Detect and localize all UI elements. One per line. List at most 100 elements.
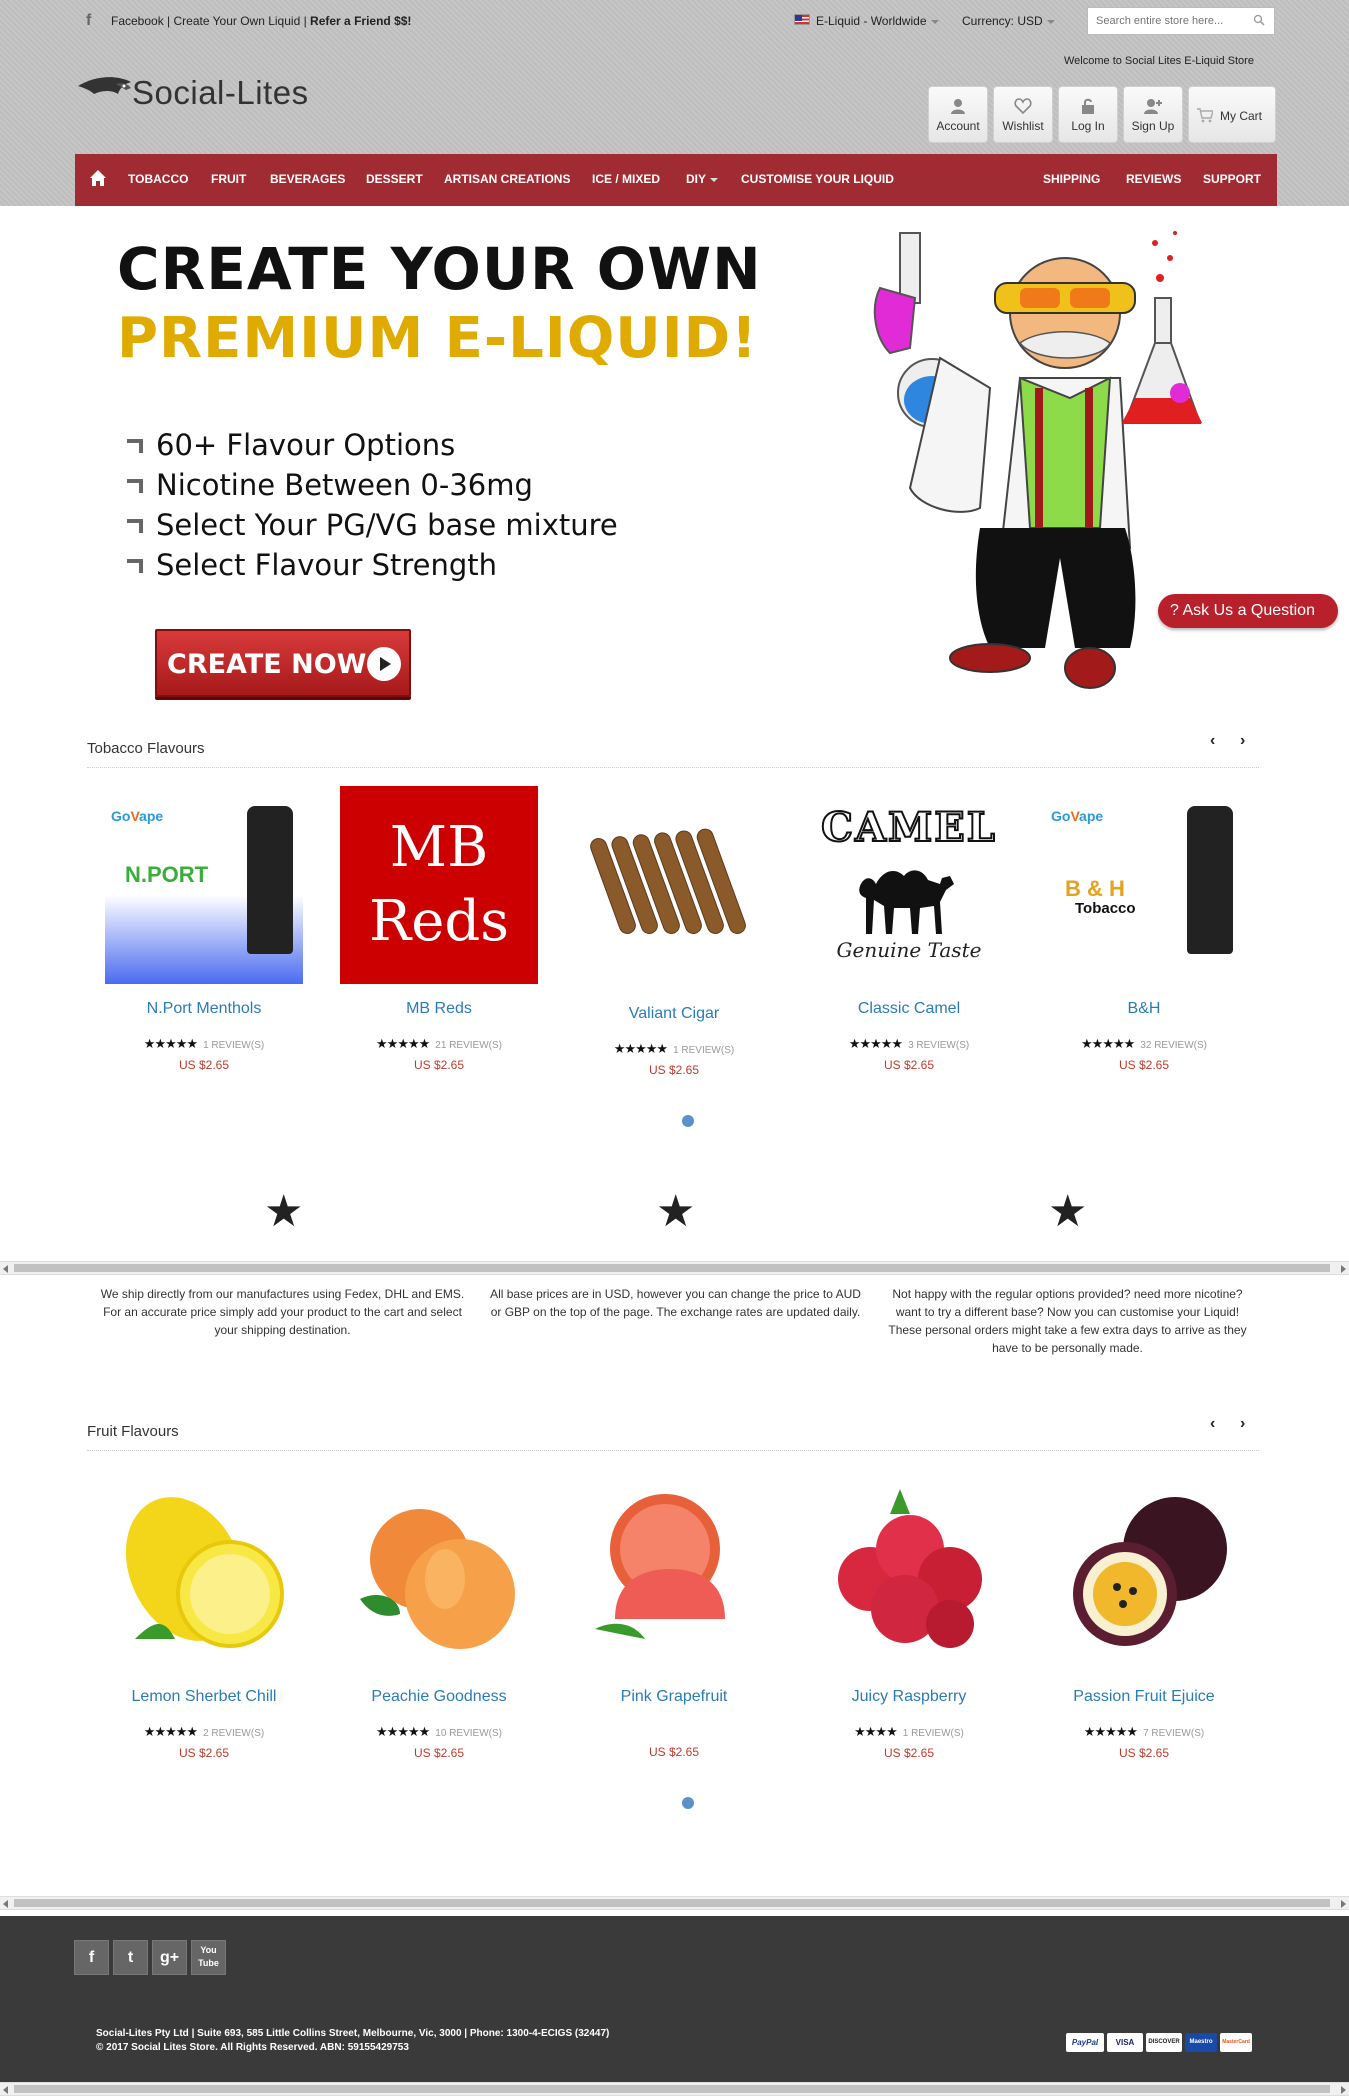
rating-stars <box>569 1724 779 1739</box>
nav-shipping[interactable]: SHIPPING <box>1043 172 1100 186</box>
twitter-icon[interactable]: t <box>113 1940 148 1975</box>
carousel-prev-icon[interactable]: ‹ <box>1210 1415 1215 1433</box>
nav-artisan-creations[interactable]: ARTISAN CREATIONS <box>444 172 570 186</box>
main-nav: TOBACCO FRUIT BEVERAGES DESSERT ARTISAN … <box>75 154 1277 206</box>
ask-question-button[interactable]: ? Ask Us a Question <box>1158 594 1338 628</box>
create-liquid-link[interactable]: | Create Your Own Liquid | <box>167 14 307 28</box>
product-image-text: MB Reds <box>369 815 509 954</box>
product-card[interactable]: Juicy Raspberry ★★★★ 1 REVIEW(S) US $2.65 <box>804 1469 1014 1760</box>
nav-fruit[interactable]: FRUIT <box>211 172 246 186</box>
product-card[interactable]: Passion Fruit Ejuice ★★★★★ 7 REVIEW(S) US… <box>1039 1469 1249 1760</box>
rating-stars: ★★★★★ 1 REVIEW(S) <box>143 1036 265 1051</box>
product-card[interactable]: Pink Grapefruit US $2.65 <box>569 1469 779 1759</box>
product-name[interactable]: Lemon Sherbet Chill <box>99 1688 309 1710</box>
horizontal-scrollbar[interactable] <box>0 1261 1349 1275</box>
horizontal-scrollbar[interactable] <box>0 2082 1349 2096</box>
product-image[interactable] <box>340 1469 538 1667</box>
product-price: US $2.65 <box>413 1058 465 1072</box>
product-image[interactable] <box>575 1469 773 1667</box>
logo-text[interactable]: Social-Lites <box>132 74 309 112</box>
camel-icon <box>859 870 954 934</box>
product-image[interactable] <box>105 1469 303 1667</box>
nav-customise-liquid[interactable]: CUSTOMISE YOUR LIQUID <box>741 172 894 186</box>
carousel-next-icon[interactable]: › <box>1240 732 1245 750</box>
currency-selector[interactable]: Currency: USD <box>962 14 1055 28</box>
store-selector[interactable]: E-Liquid - Worldwide <box>816 14 939 28</box>
product-image-text: CAMEL <box>820 803 997 852</box>
cart-button[interactable]: My Cart <box>1188 86 1276 143</box>
nav-reviews[interactable]: REVIEWS <box>1126 172 1181 186</box>
login-button[interactable]: Log In <box>1058 86 1118 143</box>
rating-stars: ★★★★★ 1 REVIEW(S) <box>613 1041 735 1056</box>
rating-stars: ★★★★★ 3 REVIEW(S) <box>848 1036 970 1051</box>
footer-address: Social-Lites Pty Ltd | Suite 693, 585 Li… <box>96 2028 610 2053</box>
hero-title: CREATE YOUR OWN <box>117 235 762 303</box>
nav-beverages[interactable]: BEVERAGES <box>270 172 345 186</box>
user-icon <box>951 99 965 114</box>
product-name[interactable]: Passion Fruit Ejuice <box>1039 1688 1249 1710</box>
product-name[interactable]: Pink Grapefruit <box>569 1688 779 1710</box>
product-name[interactable]: Peachie Goodness <box>334 1688 544 1710</box>
search-input[interactable] <box>1087 7 1275 35</box>
rating-stars: ★★★★★ 21 REVIEW(S) <box>376 1036 502 1051</box>
google-plus-icon[interactable]: g+ <box>152 1940 187 1975</box>
horizontal-scrollbar[interactable] <box>0 1896 1349 1910</box>
product-price: US $2.65 <box>178 1746 230 1760</box>
carousel-next-icon[interactable]: › <box>1240 1415 1245 1433</box>
home-icon[interactable] <box>89 169 107 187</box>
product-price: US $2.65 <box>648 1063 700 1077</box>
nav-dessert[interactable]: DESSERT <box>366 172 423 186</box>
nav-ice-mixed[interactable]: ICE / MIXED <box>592 172 660 186</box>
signup-button[interactable]: Sign Up <box>1123 86 1183 143</box>
youtube-icon[interactable]: You Tube <box>191 1940 226 1975</box>
product-name[interactable]: N.Port Menthols <box>99 1000 309 1022</box>
nav-support[interactable]: SUPPORT <box>1203 172 1261 186</box>
tobacco-section-title: Tobacco Flavours <box>87 740 205 757</box>
product-price: US $2.65 <box>648 1745 700 1759</box>
feature-currency-text: All base prices are in USD, however you … <box>490 1287 861 1319</box>
visa-icon: VISA <box>1107 2033 1143 2052</box>
product-image[interactable]: GoVape B & H Tobacco <box>1045 786 1243 984</box>
camel-slogan: Genuine Taste <box>836 938 982 962</box>
product-image-text: N.PORT <box>125 862 209 887</box>
account-button[interactable]: Account <box>928 86 988 143</box>
product-image[interactable]: CAMEL Genuine Taste <box>810 786 1008 984</box>
wishlist-button[interactable]: Wishlist <box>993 86 1053 143</box>
refer-friend-link[interactable]: Refer a Friend $$! <box>310 14 411 28</box>
product-image[interactable]: MB Reds <box>340 786 538 984</box>
product-card[interactable]: Peachie Goodness ★★★★★ 10 REVIEW(S) US $2… <box>334 1469 544 1760</box>
product-card[interactable]: GoVape B & H Tobacco B&H ★★★★★ 32 REVIEW(… <box>1039 786 1249 1072</box>
facebook-icon[interactable]: f <box>86 12 98 30</box>
product-card[interactable]: Lemon Sherbet Chill ★★★★★ 2 REVIEW(S) US … <box>99 1469 309 1760</box>
create-now-button[interactable]: CREATE NOW <box>155 629 411 697</box>
rating-stars: ★★★★★ 7 REVIEW(S) <box>1083 1724 1205 1739</box>
carousel-prev-icon[interactable]: ‹ <box>1210 732 1215 750</box>
user-plus-icon <box>1144 99 1162 114</box>
product-price: US $2.65 <box>883 1746 935 1760</box>
nav-diy[interactable]: DIY <box>686 172 719 186</box>
product-name[interactable]: B&H <box>1039 1000 1249 1022</box>
product-card[interactable]: CAMEL Genuine Taste Classic Camel ★★★★★ 3… <box>804 786 1014 1072</box>
search-icon[interactable] <box>1253 14 1265 26</box>
carousel-dot[interactable] <box>682 1115 694 1127</box>
product-image[interactable] <box>810 1469 1008 1667</box>
product-image[interactable] <box>1045 1469 1243 1667</box>
product-name[interactable]: Juicy Raspberry <box>804 1688 1014 1710</box>
rating-stars: ★★★★ 1 REVIEW(S) <box>854 1724 964 1739</box>
product-image[interactable]: GoVape N.PORT <box>105 786 303 984</box>
product-name[interactable]: Classic Camel <box>804 1000 1014 1022</box>
carousel-dot[interactable] <box>682 1797 694 1809</box>
product-price: US $2.65 <box>883 1058 935 1072</box>
product-name[interactable]: MB Reds <box>334 1000 544 1022</box>
nav-tobacco[interactable]: TOBACCO <box>128 172 188 186</box>
product-card[interactable]: MB Reds MB Reds ★★★★★ 21 REVIEW(S) US $2.… <box>334 786 544 1072</box>
product-card[interactable]: GoVape N.PORT N.Port Menthols ★★★★★ 1 REV… <box>99 786 309 1072</box>
product-card[interactable]: Valiant Cigar ★★★★★ 1 REVIEW(S) US $2.65 <box>569 786 779 1077</box>
discover-icon: DISCOVER <box>1146 2033 1182 2052</box>
hero-bullet: Select Your PG/VG base mixture <box>124 508 618 542</box>
product-name[interactable]: Valiant Cigar <box>569 1005 779 1027</box>
facebook-link[interactable]: Facebook <box>111 14 164 28</box>
product-image[interactable] <box>575 786 773 984</box>
product-price: US $2.65 <box>413 1746 465 1760</box>
facebook-icon[interactable]: f <box>74 1940 109 1975</box>
